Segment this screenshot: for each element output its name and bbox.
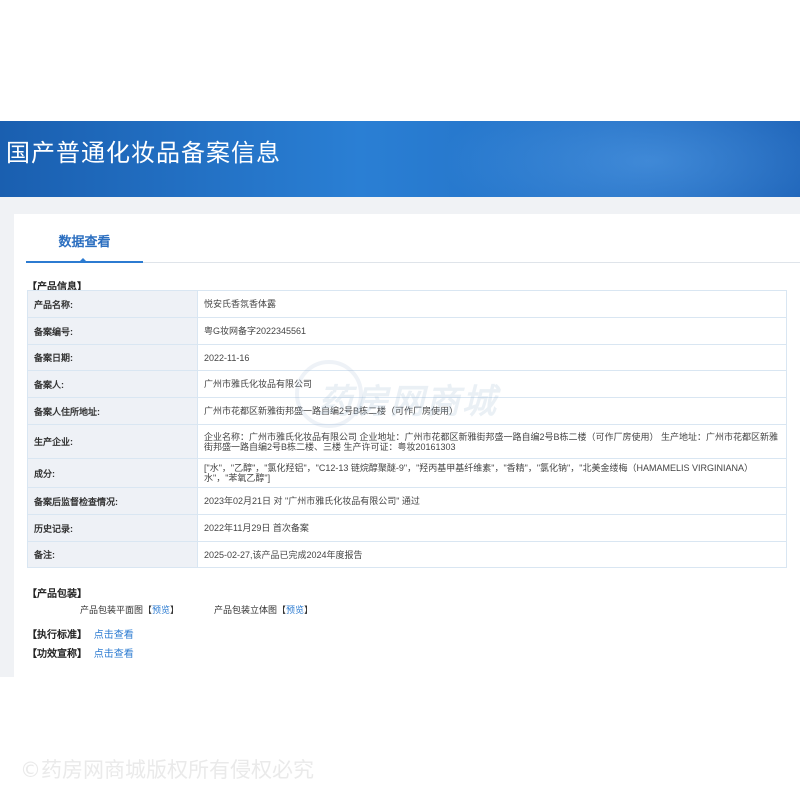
- table-row: 备注: 2025-02-27,该产品已完成2024年度报告: [27, 541, 787, 568]
- solid-packaging-label: 产品包装立体图: [214, 605, 278, 615]
- row-value: 2025-02-27,该产品已完成2024年度报告: [197, 541, 787, 568]
- row-value: 粤G妆网备字2022345561: [197, 317, 787, 345]
- efficacy-label: 【功效宣称】: [27, 649, 87, 660]
- flat-packaging-label: 产品包装平面图: [80, 605, 144, 615]
- packaging-heading: 【产品包装】: [27, 589, 87, 600]
- row-key: 备案后监督检查情况:: [27, 487, 198, 515]
- row-key: 生产企业:: [27, 424, 198, 459]
- flat-packaging-row: 产品包装平面图【预览】: [80, 603, 179, 616]
- bracket-close: 】: [170, 605, 180, 615]
- row-key: 历史记录:: [27, 514, 198, 542]
- row-key: 备注:: [27, 541, 198, 568]
- table-row: 备案编号: 粤G妆网备字2022345561: [27, 317, 787, 345]
- table-row: 生产企业: 企业名称：广州市雅氏化妆品有限公司 企业地址：广州市花都区新雅街邦盛…: [27, 424, 787, 459]
- row-key: 备案编号:: [27, 317, 198, 345]
- table-row: 备案日期: 2022-11-16: [27, 344, 787, 371]
- tab-label: 数据查看: [58, 234, 111, 249]
- row-key: 备案人:: [27, 370, 198, 398]
- bracket-open: 【: [143, 605, 153, 615]
- row-key: 产品名称:: [27, 290, 198, 318]
- standard-view-link[interactable]: 点击查看: [94, 630, 134, 641]
- row-value: 2022年11月29日 首次备案: [197, 514, 787, 542]
- standard-row: 【执行标准】 点击查看: [27, 626, 134, 641]
- row-value: 企业名称：广州市雅氏化妆品有限公司 企业地址：广州市花都区新雅街邦盛一路自编2号…: [197, 424, 787, 459]
- solid-preview-link[interactable]: 预览: [286, 605, 304, 615]
- row-key: 成分:: [27, 458, 198, 488]
- banner-decoration: [440, 121, 800, 197]
- table-row: 成分: ["水"，"乙醇"，"氯化羟铝"，"C12-13 链烷醇聚醚-9"，"羟…: [27, 458, 787, 488]
- row-value: 悦安氏香氛香体露: [197, 290, 787, 318]
- row-value: 2022-11-16: [197, 344, 787, 371]
- table-row: 产品名称: 悦安氏香氛香体露: [27, 290, 787, 318]
- standard-label: 【执行标准】: [27, 630, 87, 641]
- efficacy-view-link[interactable]: 点击查看: [94, 649, 134, 660]
- copyright-watermark: ©药房网商城版权所有侵权必究: [20, 758, 314, 782]
- row-value: ["水"，"乙醇"，"氯化羟铝"，"C12-13 链烷醇聚醚-9"，"羟丙基甲基…: [197, 458, 787, 488]
- bracket-open: 【: [277, 605, 287, 615]
- page-banner: 国产普通化妆品备案信息: [0, 121, 800, 197]
- solid-packaging-row: 产品包装立体图【预览】: [214, 603, 313, 616]
- table-row: 备案后监督检查情况: 2023年02月21日 对 "广州市雅氏化妆品有限公司" …: [27, 487, 787, 515]
- row-key: 备案日期:: [27, 344, 198, 371]
- tab-data-view[interactable]: 数据查看: [26, 214, 143, 263]
- bracket-close: 】: [304, 605, 314, 615]
- efficacy-row: 【功效宣称】 点击查看: [27, 645, 134, 660]
- row-value: 2023年02月21日 对 "广州市雅氏化妆品有限公司" 通过: [197, 487, 787, 515]
- tab-bar: 数据查看: [26, 214, 800, 263]
- watermark-text: 药房网商城: [318, 382, 498, 422]
- content-card: 数据查看 【产品信息】 产品名称: 悦安氏香氛香体露 备案编号: 粤G妆网备字2…: [14, 214, 800, 677]
- flat-preview-link[interactable]: 预览: [152, 605, 170, 615]
- page-title: 国产普通化妆品备案信息: [6, 139, 281, 167]
- product-info-table: 产品名称: 悦安氏香氛香体露 备案编号: 粤G妆网备字2022345561 备案…: [27, 290, 787, 568]
- tab-caret-icon: [78, 258, 88, 263]
- row-key: 备案人住所地址:: [27, 397, 198, 425]
- table-row: 历史记录: 2022年11月29日 首次备案: [27, 514, 787, 542]
